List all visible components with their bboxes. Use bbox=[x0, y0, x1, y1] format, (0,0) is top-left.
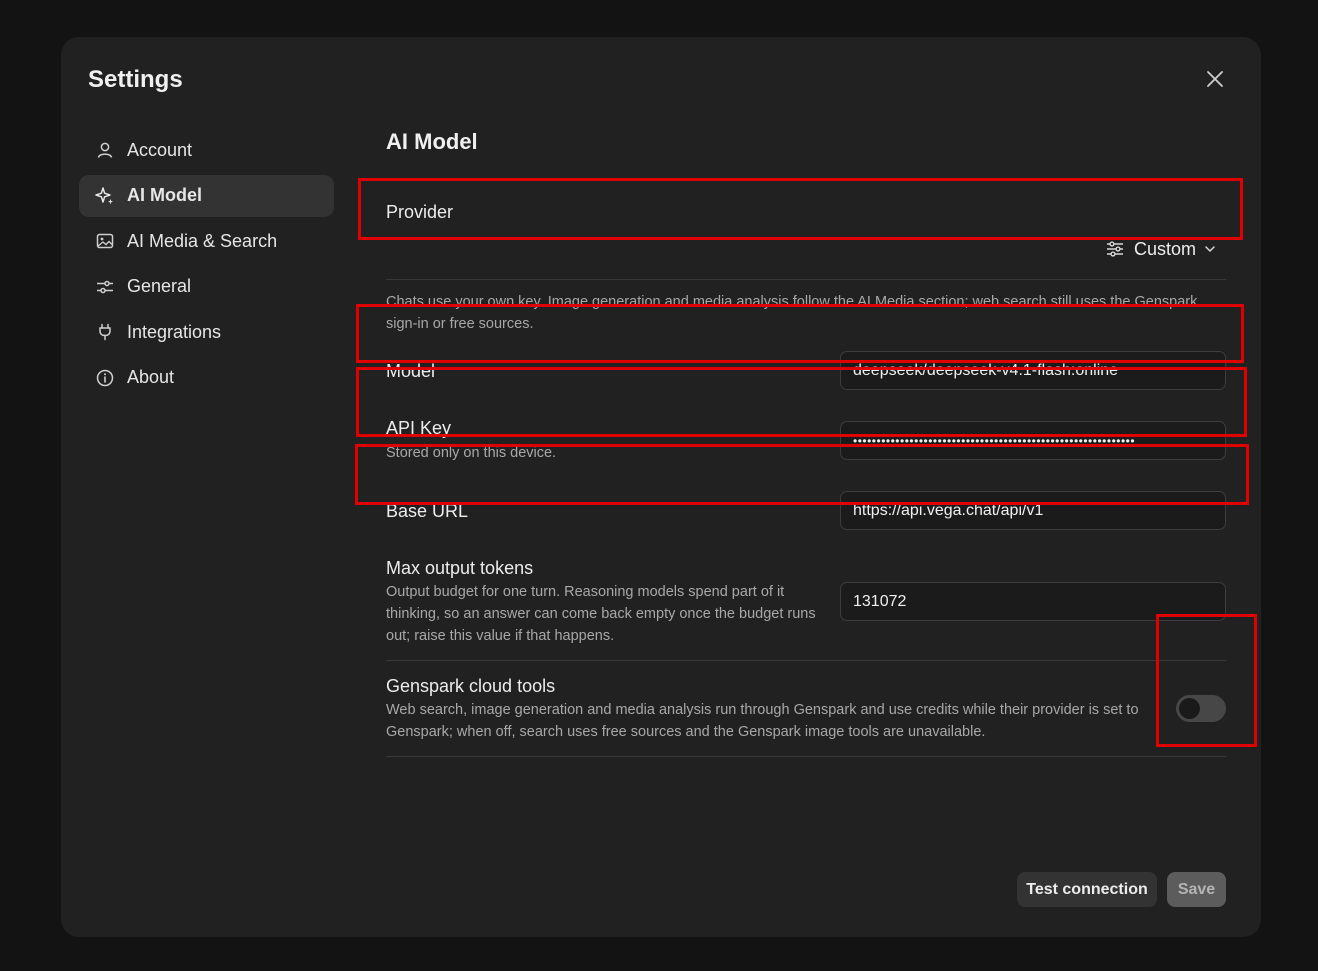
base-url-input[interactable] bbox=[840, 491, 1226, 530]
dialog-title: Settings bbox=[88, 66, 183, 93]
model-input[interactable] bbox=[840, 351, 1226, 390]
settings-dialog: Settings Account AI Model AI Media & Sea… bbox=[61, 37, 1261, 937]
cloud-tools-label: Genspark cloud tools bbox=[386, 676, 556, 696]
sidebar-item-account[interactable]: Account bbox=[79, 129, 334, 171]
max-tokens-label: Max output tokens bbox=[386, 558, 534, 578]
sidebar-item-ai-media-search[interactable]: AI Media & Search bbox=[79, 220, 334, 262]
divider bbox=[386, 279, 1226, 280]
sidebar-item-label: AI Media & Search bbox=[127, 230, 278, 251]
divider bbox=[386, 660, 1226, 661]
cloud-tools-toggle[interactable] bbox=[1176, 695, 1226, 722]
provider-value: Custom bbox=[1134, 238, 1197, 259]
chevron-down-icon bbox=[1204, 245, 1216, 253]
image-icon bbox=[95, 231, 115, 251]
max-tokens-input[interactable] bbox=[840, 582, 1226, 621]
api-key-input[interactable] bbox=[840, 421, 1226, 460]
settings-sidebar: Account AI Model AI Media & Search Gener… bbox=[79, 129, 334, 402]
sliders-icon bbox=[95, 277, 115, 297]
api-key-desc: Stored only on this device. bbox=[386, 445, 557, 461]
max-tokens-desc: Output budget for one turn. Reasoning mo… bbox=[386, 584, 816, 644]
section-title: AI Model bbox=[386, 129, 478, 154]
sidebar-item-label: Integrations bbox=[127, 321, 222, 342]
test-connection-button[interactable]: Test connection bbox=[1017, 872, 1157, 907]
base-url-label: Base URL bbox=[386, 501, 469, 521]
sidebar-item-ai-model[interactable]: AI Model bbox=[79, 174, 334, 217]
close-icon bbox=[1207, 71, 1223, 87]
sliders-icon bbox=[1106, 241, 1124, 257]
user-icon bbox=[95, 140, 115, 160]
sidebar-item-label: AI Model bbox=[127, 185, 202, 205]
sparkle-icon bbox=[95, 186, 115, 206]
divider bbox=[386, 756, 1226, 757]
api-key-label: API Key bbox=[386, 418, 452, 438]
toggle-knob bbox=[1179, 698, 1200, 719]
sidebar-item-label: About bbox=[127, 367, 175, 387]
plug-icon bbox=[95, 322, 115, 342]
sidebar-item-label: General bbox=[127, 276, 192, 296]
sidebar-item-about[interactable]: About bbox=[79, 357, 334, 399]
model-label: Model bbox=[386, 361, 436, 381]
sidebar-item-integrations[interactable]: Integrations bbox=[79, 311, 334, 353]
provider-label: Provider bbox=[386, 202, 454, 222]
info-icon bbox=[95, 368, 115, 388]
sidebar-item-label: Account bbox=[127, 139, 193, 160]
close-button[interactable] bbox=[1201, 65, 1229, 93]
sidebar-item-general[interactable]: General bbox=[79, 266, 334, 308]
provider-note: Chats use your own key. Image generation… bbox=[386, 294, 1198, 332]
cloud-tools-desc: Web search, image generation and media a… bbox=[386, 702, 1139, 740]
provider-select[interactable]: Custom bbox=[1106, 237, 1216, 261]
save-button[interactable]: Save bbox=[1167, 872, 1226, 907]
